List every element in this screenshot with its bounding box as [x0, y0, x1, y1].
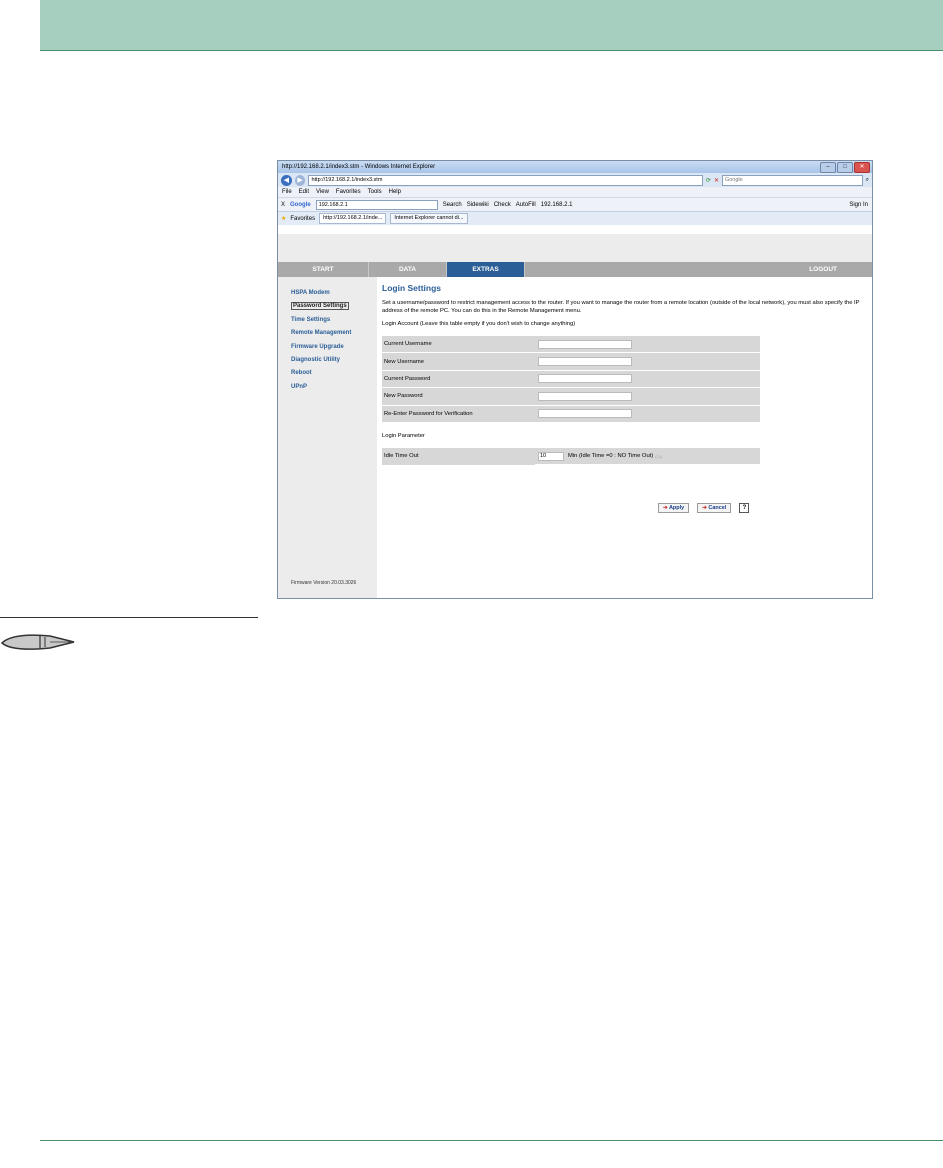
idle-table: Idle Time Out 10 Min (Idle Time =0 : NO … — [382, 447, 760, 466]
idle-timeout-default: (10) — [655, 453, 663, 459]
table-row: Current Username — [382, 336, 760, 354]
sidebar-item-reboot[interactable]: Reboot — [278, 367, 377, 380]
stop-icon[interactable]: ✕ — [714, 177, 719, 184]
sidebar-item-upnp[interactable]: UPnP — [278, 381, 377, 394]
google-toolbar: X Google 192.168.2.1 Search Sidewiki Che… — [278, 197, 872, 211]
page-title: Login Settings — [382, 283, 442, 293]
tab-router[interactable]: http://192.168.2.1/inde... — [319, 213, 387, 224]
sign-in-button[interactable]: Sign In — [849, 202, 868, 208]
nav-logout[interactable]: LOGOUT — [525, 262, 872, 277]
google-search-button[interactable]: Search — [443, 202, 462, 208]
sidebar-item-firmware-upgrade[interactable]: Firmware Upgrade — [278, 341, 377, 354]
refresh-icon[interactable]: ⟳ — [706, 177, 711, 184]
menu-file[interactable]: File — [282, 187, 292, 197]
menu-bar: File Edit View Favorites Tools Help — [278, 187, 872, 197]
search-icon[interactable]: ⌕ — [866, 177, 869, 184]
sidebar: HSPA Modem Password Settings Time Settin… — [278, 277, 377, 598]
address-bar: ◀ ▶ http://192.168.2.1/index3.stm ⟳ ✕ Go… — [278, 173, 872, 187]
window-title: http://192.168.2.1/index3.stm - Windows … — [282, 164, 436, 170]
current-username-label: Current Username — [382, 336, 535, 354]
new-password-field[interactable] — [538, 391, 632, 401]
nav-extras[interactable]: EXTRAS — [447, 262, 525, 277]
pen-icon — [0, 634, 75, 650]
favorites-bar: ★ Favorites http://192.168.2.1/inde... I… — [278, 211, 872, 225]
table-row: Current Password — [382, 370, 760, 389]
favorites-button[interactable]: Favorites — [290, 216, 315, 222]
form-buttons: ➔ Apply ➔ Cancel ? — [658, 503, 750, 513]
page-footer-line — [40, 1140, 943, 1141]
nav-start[interactable]: START — [278, 262, 369, 277]
reenter-password-field[interactable] — [538, 409, 632, 419]
sidebar-item-hspa-modem[interactable]: HSPA Modem — [278, 287, 377, 300]
forward-icon[interactable]: ▶ — [294, 174, 306, 186]
cancel-button[interactable]: ➔ Cancel — [697, 503, 732, 513]
back-icon[interactable]: ◀ — [281, 174, 292, 186]
note-divider — [0, 617, 258, 618]
login-account-label: Login Account (Leave this table empty if… — [382, 321, 576, 327]
sidebar-item-diagnostic-utility[interactable]: Diagnostic Utility — [278, 354, 377, 367]
router-page: START DATA EXTRAS LOGOUT HSPA Modem Pass… — [278, 234, 872, 598]
main-nav: START DATA EXTRAS LOGOUT — [278, 262, 872, 277]
new-password-label: New Password — [382, 387, 535, 406]
new-username-label: New Username — [382, 352, 535, 371]
maximize-icon[interactable]: □ — [837, 162, 853, 173]
check-button[interactable]: Check — [494, 202, 511, 208]
search-input[interactable]: Google — [721, 174, 863, 186]
window-titlebar: http://192.168.2.1/index3.stm - Windows … — [278, 161, 872, 173]
reenter-password-label: Re-Enter Password for Verification — [382, 405, 535, 423]
minimize-icon[interactable]: – — [820, 162, 836, 173]
idle-timeout-label: Idle Time Out — [382, 447, 535, 466]
window-controls: – □ ✕ — [820, 162, 870, 173]
idle-timeout-field[interactable]: 10 — [538, 451, 564, 461]
tab-error[interactable]: Internet Explorer cannot di... — [390, 213, 468, 224]
table-row: Idle Time Out 10 Min (Idle Time =0 : NO … — [382, 447, 760, 466]
menu-favorites[interactable]: Favorites — [336, 187, 361, 197]
page-header-band — [40, 0, 943, 51]
firmware-version: Firmware Version 20.03.3026 — [291, 580, 357, 586]
router-banner — [278, 234, 872, 262]
help-button[interactable]: ? — [739, 503, 750, 513]
arrow-icon: ➔ — [663, 505, 668, 511]
menu-help[interactable]: Help — [389, 187, 401, 197]
menu-edit[interactable]: Edit — [299, 187, 309, 197]
menu-view[interactable]: View — [316, 187, 329, 197]
nav-data[interactable]: DATA — [369, 262, 447, 277]
table-row: New Username — [382, 352, 760, 371]
table-row: Re-Enter Password for Verification — [382, 405, 760, 423]
browser-window: http://192.168.2.1/index3.stm - Windows … — [277, 160, 873, 599]
favorites-star-icon: ★ — [281, 216, 287, 222]
google-search-input[interactable]: 192.168.2.1 — [315, 199, 438, 210]
new-username-field[interactable] — [538, 357, 632, 367]
google-logo: Google — [290, 201, 311, 208]
toolbar-link[interactable]: 192.168.2.1 — [541, 202, 573, 208]
url-input[interactable]: http://192.168.2.1/index3.stm — [308, 174, 703, 186]
current-password-field[interactable] — [538, 374, 632, 384]
credentials-table: Current Username New Username Current Pa… — [382, 336, 760, 423]
main-panel: Login Settings Set a username/password t… — [382, 277, 866, 513]
description: Set a username/password to restrict mana… — [382, 300, 860, 314]
arrow-icon: ➔ — [702, 505, 707, 511]
table-row: New Password — [382, 387, 760, 406]
sidebar-item-password-settings[interactable]: Password Settings — [278, 300, 377, 313]
autofill-button[interactable]: AutoFill — [516, 202, 536, 208]
close-toolbar-icon[interactable]: X — [281, 202, 285, 208]
current-username-field[interactable] — [538, 339, 632, 349]
sidewiki-button[interactable]: Sidewiki — [467, 202, 489, 208]
login-parameter-label: Login Parameter — [382, 432, 425, 439]
apply-button[interactable]: ➔ Apply — [658, 503, 690, 513]
current-password-label: Current Password — [382, 370, 535, 389]
idle-timeout-hint: Min (Idle Time =0 : NO Time Out) — [568, 453, 654, 460]
sidebar-item-time-settings[interactable]: Time Settings — [278, 314, 377, 327]
menu-tools[interactable]: Tools — [368, 187, 382, 197]
close-icon[interactable]: ✕ — [854, 162, 870, 173]
sidebar-item-remote-management[interactable]: Remote Management — [278, 327, 377, 340]
